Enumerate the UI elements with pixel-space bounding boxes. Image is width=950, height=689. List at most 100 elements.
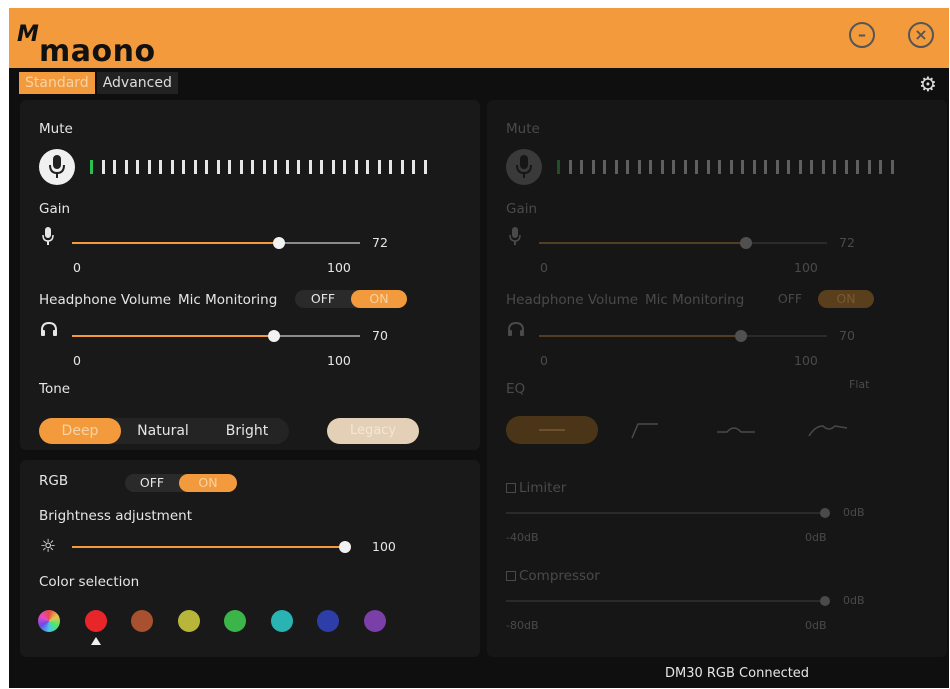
meter-bar [297, 160, 300, 174]
gain-value: 72 [839, 235, 855, 250]
headphone-max: 100 [794, 353, 818, 368]
gain-min: 0 [73, 260, 81, 275]
meter-bar [239, 160, 243, 174]
headphone-value: 70 [839, 328, 855, 343]
meter-bar [706, 160, 710, 174]
meter-bar [764, 160, 767, 174]
mic-monitoring-on[interactable]: ON [351, 290, 407, 308]
color-swatch[interactable] [177, 610, 200, 632]
eq-flat-icon [539, 429, 565, 431]
color-swatch[interactable] [84, 610, 107, 632]
tab-standard[interactable]: Standard [19, 72, 95, 94]
headphone-min: 0 [73, 353, 81, 368]
microphone-icon [509, 227, 521, 249]
gain-slider-thumb[interactable] [273, 237, 286, 249]
tone-natural[interactable]: Natural [121, 418, 205, 444]
gain-label: Gain [39, 201, 71, 217]
meter-bar [113, 160, 116, 174]
tone-label: Tone [39, 381, 71, 397]
rgb-toggle[interactable]: OFF ON [125, 474, 237, 492]
connection-status: DM30 RGB Connected [665, 666, 810, 681]
eq-presence-button [697, 416, 777, 444]
tab-advanced[interactable]: Advanced [96, 72, 178, 94]
eq-highpass-button [605, 416, 685, 444]
rgb-on[interactable]: ON [179, 474, 237, 492]
meter-bar [285, 160, 289, 174]
app-window: M maono – × Standard Advanced ⚙ Mute Gain… [9, 8, 949, 688]
limiter-checkbox-box [506, 483, 516, 493]
gain-min: 0 [540, 260, 548, 275]
meter-bar [262, 160, 266, 174]
legacy-button[interactable]: Legacy [327, 418, 419, 444]
meter-bar [833, 160, 836, 174]
meter-bar [557, 160, 560, 174]
meter-bar [810, 160, 813, 174]
mute-label: Mute [506, 121, 540, 137]
gain-value: 72 [372, 235, 388, 250]
gain-max: 100 [794, 260, 818, 275]
headphone-slider-thumb[interactable] [267, 330, 280, 342]
color-swatch[interactable] [270, 610, 293, 632]
meter-bar [879, 160, 882, 174]
color-swatch[interactable] [38, 610, 60, 632]
meter-bar [649, 160, 652, 174]
microphone-icon [42, 227, 54, 249]
compressor-slider [506, 596, 830, 606]
mute-button[interactable] [39, 149, 75, 185]
headphone-icon [40, 321, 58, 341]
brightness-slider-thumb[interactable] [339, 541, 351, 553]
mic-monitoring-toggle[interactable]: OFF ON [295, 290, 407, 308]
headphone-volume-label: Headphone Volume [39, 292, 172, 308]
meter-bar [228, 160, 231, 174]
eq-flat-button [506, 416, 598, 444]
tone-bright[interactable]: Bright [205, 418, 289, 444]
meter-bar [844, 160, 848, 174]
color-swatch[interactable] [131, 610, 153, 632]
meter-bar [366, 160, 369, 174]
headphone-volume-slider[interactable] [72, 330, 360, 342]
color-swatch[interactable] [317, 610, 339, 632]
close-button[interactable]: × [908, 22, 934, 48]
meter-bar [274, 160, 277, 174]
compressor-min: -80dB [506, 619, 539, 632]
limiter-value: 0dB [843, 506, 865, 519]
meter-bar [170, 160, 174, 174]
limiter-max: 0dB [805, 531, 827, 544]
minimize-button[interactable]: – [849, 22, 875, 48]
meter-bar [603, 160, 606, 174]
meter-bar [101, 160, 105, 174]
tone-deep[interactable]: Deep [39, 418, 121, 444]
mic-monitoring-label: Mic Monitoring [645, 292, 745, 308]
brightness-slider[interactable] [72, 541, 351, 553]
meter-bar [821, 160, 825, 174]
minimize-icon: – [858, 25, 866, 44]
meter-bar [354, 160, 358, 174]
brightness-label: Brightness adjustment [39, 508, 192, 524]
mic-monitoring-toggle: OFF ON [762, 290, 874, 308]
headphone-value: 70 [372, 328, 388, 343]
meter-bar [867, 160, 871, 174]
color-swatch[interactable] [224, 610, 246, 632]
selected-color-indicator [90, 637, 101, 645]
mic-monitoring-off[interactable]: OFF [295, 290, 351, 308]
meter-bar [159, 160, 162, 174]
limiter-min: -40dB [506, 531, 539, 544]
gain-slider [539, 237, 827, 249]
tone-selector[interactable]: Deep Natural Bright [39, 418, 289, 444]
meter-bar [752, 160, 756, 174]
gear-icon[interactable]: ⚙ [919, 72, 937, 96]
meter-bar [729, 160, 733, 174]
meter-bar [147, 160, 151, 174]
eq-label: EQ [506, 381, 526, 397]
meter-bar [856, 160, 859, 174]
limiter-slider [506, 508, 830, 518]
gain-slider[interactable] [72, 237, 360, 249]
close-icon: × [914, 25, 928, 44]
color-swatch[interactable] [363, 610, 386, 632]
mic-monitoring-label: Mic Monitoring [178, 292, 278, 308]
meter-bar [580, 160, 583, 174]
compressor-value: 0dB [843, 594, 865, 607]
input-level-meter [90, 160, 435, 174]
rgb-off[interactable]: OFF [125, 474, 179, 492]
headphone-max: 100 [327, 353, 351, 368]
